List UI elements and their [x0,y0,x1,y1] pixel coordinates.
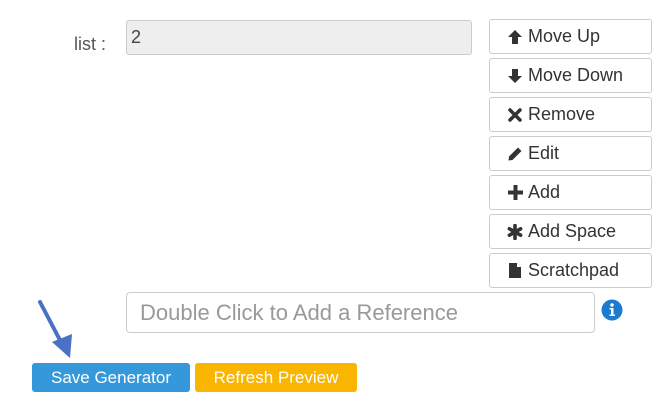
pencil-icon [506,145,524,163]
annotation-arrow-icon [34,300,78,362]
asterisk-icon [506,223,524,241]
move-up-button[interactable]: Move Up [489,19,652,54]
scratchpad-button[interactable]: Scratchpad [489,253,652,288]
reference-input[interactable] [126,292,595,333]
move-down-button[interactable]: Move Down [489,58,652,93]
move-up-label: Move Up [528,26,601,46]
scratchpad-label: Scratchpad [528,260,620,280]
list-item[interactable]: 2 [131,27,141,48]
add-label: Add [528,182,561,202]
save-generator-button[interactable]: Save Generator [32,363,190,392]
move-down-label: Move Down [528,65,624,85]
add-button[interactable]: Add [489,175,652,210]
close-icon [506,106,524,124]
list-actions: Move Up Move Down Remove Edit Add Add Sp… [489,19,652,292]
remove-button[interactable]: Remove [489,97,652,132]
arrow-down-icon [506,67,524,85]
file-icon [506,262,524,280]
info-icon[interactable] [601,299,623,321]
plus-icon [506,184,524,202]
edit-label: Edit [528,143,560,163]
list-box[interactable]: 2 [126,20,472,55]
list-label: list : [74,34,107,54]
remove-label: Remove [528,104,596,124]
add-space-label: Add Space [528,221,617,241]
add-space-button[interactable]: Add Space [489,214,652,249]
arrow-up-icon [506,28,524,46]
refresh-preview-button[interactable]: Refresh Preview [195,363,357,392]
edit-button[interactable]: Edit [489,136,652,171]
